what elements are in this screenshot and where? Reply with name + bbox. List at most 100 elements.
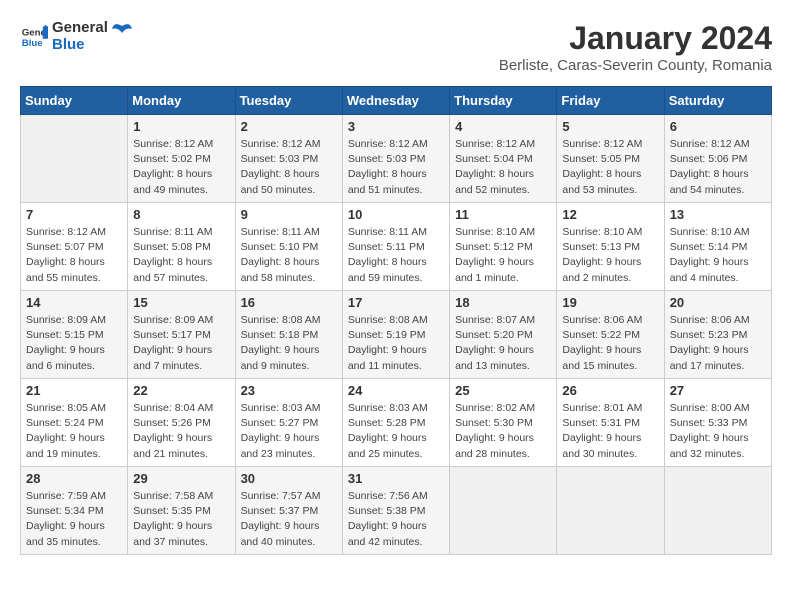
day-header-tuesday: Tuesday	[235, 87, 342, 115]
day-info: Sunrise: 7:59 AM Sunset: 5:34 PM Dayligh…	[26, 489, 122, 550]
month-title: January 2024	[499, 20, 772, 57]
day-number: 28	[26, 471, 122, 486]
day-number: 8	[133, 207, 229, 222]
day-number: 22	[133, 383, 229, 398]
calendar-cell: 20 Sunrise: 8:06 AM Sunset: 5:23 PM Dayli…	[664, 291, 771, 379]
calendar-cell: 30 Sunrise: 7:57 AM Sunset: 5:37 PM Dayli…	[235, 467, 342, 555]
header: General Blue General Blue January 2024 B…	[20, 20, 772, 74]
logo-general: General	[52, 20, 108, 37]
day-number: 15	[133, 295, 229, 310]
logo-blue: Blue	[52, 37, 108, 54]
calendar-cell	[450, 467, 557, 555]
calendar-table: SundayMondayTuesdayWednesdayThursdayFrid…	[20, 86, 772, 555]
location-title: Berliste, Caras-Severin County, Romania	[499, 57, 772, 74]
week-row-2: 7 Sunrise: 8:12 AM Sunset: 5:07 PM Daylig…	[21, 203, 772, 291]
day-info: Sunrise: 8:09 AM Sunset: 5:17 PM Dayligh…	[133, 313, 229, 374]
day-number: 17	[348, 295, 444, 310]
calendar-cell: 7 Sunrise: 8:12 AM Sunset: 5:07 PM Daylig…	[21, 203, 128, 291]
day-info: Sunrise: 7:56 AM Sunset: 5:38 PM Dayligh…	[348, 489, 444, 550]
calendar-cell: 29Sunrise: 7:58 AM Sunset: 5:35 PM Dayli…	[128, 467, 235, 555]
calendar-cell: 21 Sunrise: 8:05 AM Sunset: 5:24 PM Dayli…	[21, 379, 128, 467]
day-info: Sunrise: 7:57 AM Sunset: 5:37 PM Dayligh…	[241, 489, 337, 550]
day-info: Sunrise: 8:06 AM Sunset: 5:23 PM Dayligh…	[670, 313, 766, 374]
calendar-cell: 5 Sunrise: 8:12 AM Sunset: 5:05 PM Daylig…	[557, 115, 664, 203]
day-number: 30	[241, 471, 337, 486]
week-row-1: 1 Sunrise: 8:12 AM Sunset: 5:02 PM Daylig…	[21, 115, 772, 203]
calendar-cell: 4 Sunrise: 8:12 AM Sunset: 5:04 PM Daylig…	[450, 115, 557, 203]
calendar-cell: 9 Sunrise: 8:11 AM Sunset: 5:10 PM Daylig…	[235, 203, 342, 291]
calendar-cell: 26 Sunrise: 8:01 AM Sunset: 5:31 PM Dayli…	[557, 379, 664, 467]
day-number: 18	[455, 295, 551, 310]
day-number: 2	[241, 119, 337, 134]
day-number: 27	[670, 383, 766, 398]
day-header-saturday: Saturday	[664, 87, 771, 115]
calendar-cell: 8Sunrise: 8:11 AM Sunset: 5:08 PM Daylig…	[128, 203, 235, 291]
day-info: Sunrise: 8:10 AM Sunset: 5:12 PM Dayligh…	[455, 225, 551, 286]
day-number: 25	[455, 383, 551, 398]
day-number: 6	[670, 119, 766, 134]
days-header-row: SundayMondayTuesdayWednesdayThursdayFrid…	[21, 87, 772, 115]
calendar-cell	[664, 467, 771, 555]
day-header-wednesday: Wednesday	[342, 87, 449, 115]
calendar-cell: 17Sunrise: 8:08 AM Sunset: 5:19 PM Dayli…	[342, 291, 449, 379]
day-header-sunday: Sunday	[21, 87, 128, 115]
day-number: 4	[455, 119, 551, 134]
day-number: 12	[562, 207, 658, 222]
day-number: 16	[241, 295, 337, 310]
day-number: 3	[348, 119, 444, 134]
day-number: 1	[133, 119, 229, 134]
day-number: 26	[562, 383, 658, 398]
day-number: 24	[348, 383, 444, 398]
day-number: 5	[562, 119, 658, 134]
day-info: Sunrise: 8:00 AM Sunset: 5:33 PM Dayligh…	[670, 401, 766, 462]
day-info: Sunrise: 8:09 AM Sunset: 5:15 PM Dayligh…	[26, 313, 122, 374]
day-number: 13	[670, 207, 766, 222]
day-number: 21	[26, 383, 122, 398]
day-info: Sunrise: 8:05 AM Sunset: 5:24 PM Dayligh…	[26, 401, 122, 462]
week-row-5: 28 Sunrise: 7:59 AM Sunset: 5:34 PM Dayli…	[21, 467, 772, 555]
day-info: Sunrise: 8:12 AM Sunset: 5:03 PM Dayligh…	[241, 137, 337, 198]
calendar-cell: 11 Sunrise: 8:10 AM Sunset: 5:12 PM Dayli…	[450, 203, 557, 291]
day-info: Sunrise: 8:02 AM Sunset: 5:30 PM Dayligh…	[455, 401, 551, 462]
day-info: Sunrise: 8:12 AM Sunset: 5:04 PM Dayligh…	[455, 137, 551, 198]
calendar-cell: 28 Sunrise: 7:59 AM Sunset: 5:34 PM Dayli…	[21, 467, 128, 555]
calendar-cell	[21, 115, 128, 203]
calendar-cell: 15 Sunrise: 8:09 AM Sunset: 5:17 PM Dayli…	[128, 291, 235, 379]
calendar-cell: 2 Sunrise: 8:12 AM Sunset: 5:03 PM Daylig…	[235, 115, 342, 203]
day-number: 10	[348, 207, 444, 222]
day-info: Sunrise: 8:12 AM Sunset: 5:06 PM Dayligh…	[670, 137, 766, 198]
day-info: Sunrise: 8:12 AM Sunset: 5:02 PM Dayligh…	[133, 137, 229, 198]
calendar-cell: 10Sunrise: 8:11 AM Sunset: 5:11 PM Dayli…	[342, 203, 449, 291]
day-number: 7	[26, 207, 122, 222]
day-number: 29	[133, 471, 229, 486]
calendar-cell: 22 Sunrise: 8:04 AM Sunset: 5:26 PM Dayli…	[128, 379, 235, 467]
day-info: Sunrise: 8:10 AM Sunset: 5:14 PM Dayligh…	[670, 225, 766, 286]
day-header-thursday: Thursday	[450, 87, 557, 115]
calendar-cell: 27 Sunrise: 8:00 AM Sunset: 5:33 PM Dayli…	[664, 379, 771, 467]
day-number: 23	[241, 383, 337, 398]
day-info: Sunrise: 8:08 AM Sunset: 5:18 PM Dayligh…	[241, 313, 337, 374]
day-number: 20	[670, 295, 766, 310]
day-number: 11	[455, 207, 551, 222]
day-header-monday: Monday	[128, 87, 235, 115]
calendar-cell: 12 Sunrise: 8:10 AM Sunset: 5:13 PM Dayli…	[557, 203, 664, 291]
calendar-cell: 19Sunrise: 8:06 AM Sunset: 5:22 PM Dayli…	[557, 291, 664, 379]
day-info: Sunrise: 8:01 AM Sunset: 5:31 PM Dayligh…	[562, 401, 658, 462]
calendar-cell: 25 Sunrise: 8:02 AM Sunset: 5:30 PM Dayli…	[450, 379, 557, 467]
day-info: Sunrise: 8:11 AM Sunset: 5:10 PM Dayligh…	[241, 225, 337, 286]
day-info: Sunrise: 8:03 AM Sunset: 5:27 PM Dayligh…	[241, 401, 337, 462]
week-row-3: 14Sunrise: 8:09 AM Sunset: 5:15 PM Dayli…	[21, 291, 772, 379]
day-info: Sunrise: 8:12 AM Sunset: 5:07 PM Dayligh…	[26, 225, 122, 286]
day-info: Sunrise: 8:10 AM Sunset: 5:13 PM Dayligh…	[562, 225, 658, 286]
calendar-cell: 3Sunrise: 8:12 AM Sunset: 5:03 PM Daylig…	[342, 115, 449, 203]
day-number: 31	[348, 471, 444, 486]
calendar-cell	[557, 467, 664, 555]
day-info: Sunrise: 8:12 AM Sunset: 5:05 PM Dayligh…	[562, 137, 658, 198]
day-info: Sunrise: 8:03 AM Sunset: 5:28 PM Dayligh…	[348, 401, 444, 462]
calendar-cell: 14Sunrise: 8:09 AM Sunset: 5:15 PM Dayli…	[21, 291, 128, 379]
day-info: Sunrise: 8:04 AM Sunset: 5:26 PM Dayligh…	[133, 401, 229, 462]
calendar-cell: 23 Sunrise: 8:03 AM Sunset: 5:27 PM Dayli…	[235, 379, 342, 467]
day-number: 19	[562, 295, 658, 310]
day-number: 9	[241, 207, 337, 222]
day-header-friday: Friday	[557, 87, 664, 115]
